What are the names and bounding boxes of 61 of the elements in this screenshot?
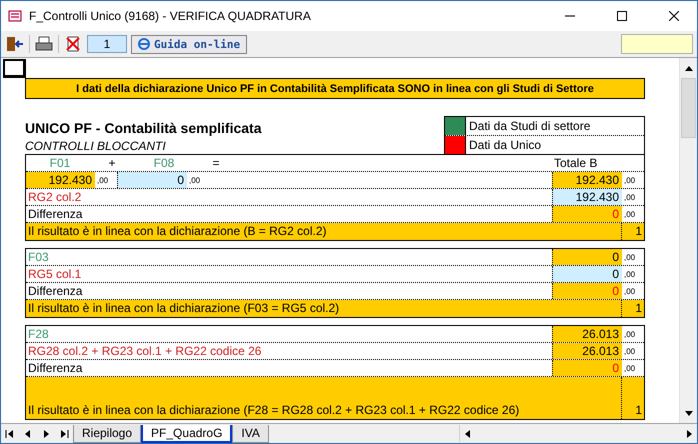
sheet-tab[interactable]: IVA	[232, 424, 269, 442]
status-field[interactable]	[621, 34, 693, 54]
result-text: Il risultato è in linea con la dichiarazione (F03 = RG5 col.2)	[27, 300, 340, 317]
scroll-thumb[interactable]	[681, 78, 696, 138]
value-cell: 0	[552, 249, 622, 265]
row-label: RG28 col.2 + RG23 col.1 + RG22 codice 26	[27, 343, 262, 359]
page-field[interactable]: 1	[87, 35, 127, 53]
legend-label: Dati da Unico	[468, 137, 542, 154]
first-arrow-icon[interactable]	[4, 428, 16, 440]
row-label: Differenza	[27, 360, 84, 376]
sheet-tab[interactable]: PF_QuadroG	[141, 424, 232, 442]
value-cell: 192.430	[26, 172, 95, 188]
value-cell: 0	[552, 206, 622, 222]
decimals-text: ,00	[623, 192, 636, 204]
last-arrow-icon[interactable]	[58, 428, 70, 440]
decimals-text: ,00	[623, 175, 636, 187]
row-label: RG2 col.2	[27, 189, 82, 205]
field-code: F01	[48, 155, 72, 171]
legend-label: Dati da Studi di settore	[468, 118, 590, 135]
decimals-text: ,00	[623, 286, 636, 298]
row-label: F03	[27, 249, 50, 265]
result-value: 1	[621, 300, 644, 317]
row-label: Differenza	[27, 206, 84, 222]
row-label: F28	[27, 326, 50, 342]
total-label: Totale B	[554, 155, 598, 171]
close-icon[interactable]	[669, 11, 679, 21]
result-text: Il risultato è in linea con la dichiarazione (B = RG2 col.2)	[27, 223, 328, 240]
section-title: UNICO PF - Contabilità semplificata	[25, 120, 262, 136]
selected-cell[interactable]	[3, 59, 26, 78]
sheet-tab[interactable]: Riepilogo	[73, 424, 142, 442]
decimals-text: ,00	[623, 269, 636, 281]
row-label: Differenza	[27, 283, 84, 299]
value-cell: 0	[117, 172, 187, 188]
result-value: 1	[621, 223, 644, 240]
value-cell: 192.430	[552, 189, 622, 205]
value-cell: 0	[552, 266, 622, 282]
decimals-text: ,00	[96, 175, 110, 187]
value-cell: 26.013	[552, 326, 622, 342]
operator-text: =	[211, 155, 220, 171]
decimals-text: ,00	[623, 252, 636, 264]
status-banner: I dati della dichiarazione Unico PF in Contabilità Semplificata SONO in linea con gli Studi di Settore	[25, 78, 645, 99]
app-icon	[7, 8, 23, 24]
result-value: 1	[621, 377, 644, 419]
operator-text: +	[107, 155, 116, 171]
maximize-icon[interactable]	[617, 11, 627, 21]
row-label: RG5 col.1	[27, 266, 82, 282]
decimals-text: ,00	[623, 329, 636, 341]
help-button[interactable]: Guida on-line	[131, 34, 248, 54]
decimals-text: ,00	[623, 209, 636, 221]
window-title: F_Controlli Unico (9168) - VERIFICA QUADRATURA	[29, 9, 312, 23]
decimals-text: ,00	[188, 175, 202, 187]
value-cell: 0	[552, 360, 622, 376]
exit-door-icon[interactable]	[5, 34, 25, 54]
value-cell: 192.430	[552, 172, 622, 188]
value-cell: 26.013	[552, 343, 622, 359]
section-subtitle: CONTROLLI BLOCCANTI	[25, 139, 167, 153]
field-code: F08	[152, 155, 176, 171]
decimals-text: ,00	[623, 363, 636, 375]
value-cell: 0	[552, 283, 622, 299]
result-text: Il risultato è in linea con la dichiarazione (F28 = RG28 col.2 + RG23 col.1 + RG22 codice 26)	[27, 402, 520, 419]
decimals-text: ,00	[623, 346, 636, 358]
